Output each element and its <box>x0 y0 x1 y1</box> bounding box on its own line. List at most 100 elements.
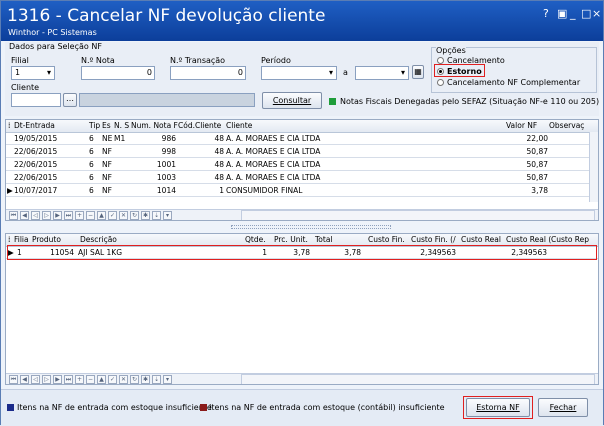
col-header-cod-cliente[interactable]: Cód.Cliente <box>178 121 221 130</box>
filial-label: Filial <box>11 56 29 65</box>
navigator-button[interactable]: − <box>86 211 95 220</box>
options-group: Opções Cancelamento Estorno Cancelamento… <box>431 46 597 93</box>
maximize-icon[interactable]: □ <box>581 7 591 20</box>
splitter[interactable] <box>231 225 391 229</box>
navigator-button[interactable]: ◁ <box>31 375 40 384</box>
nnota-input[interactable]: 0 <box>81 66 155 80</box>
navigator-button[interactable]: − <box>86 375 95 384</box>
cell-cliente: A. A. MORAES E CIA LTDA <box>226 160 321 169</box>
cell-valor-nf: 3,78 <box>531 186 548 195</box>
col-header-es[interactable]: Es <box>102 121 111 130</box>
navigator-button[interactable]: ✓ <box>108 211 117 220</box>
navigator-button[interactable]: ▷ <box>42 211 51 220</box>
col-header-tip[interactable]: Tip <box>89 121 100 130</box>
ntransacao-input[interactable]: 0 <box>170 66 246 80</box>
navigator-button[interactable]: ▶ <box>53 211 62 220</box>
col-header-qtde[interactable]: Qtde. <box>245 235 266 244</box>
cell-num-nota: 986 <box>161 134 176 143</box>
col-header-ns[interactable]: N. S <box>114 121 129 130</box>
navigator-button[interactable]: + <box>75 211 84 220</box>
navigator-button[interactable]: ▾ <box>163 375 172 384</box>
navigator-button[interactable]: ▾ <box>163 211 172 220</box>
cell-ns: M1 <box>114 134 126 143</box>
navigator-button[interactable]: ↻ <box>130 211 139 220</box>
col-header-custo-real[interactable]: Custo Real <box>461 235 501 244</box>
denegadas-label: Notas Fiscais Denegadas pelo SEFAZ (Situ… <box>340 97 600 106</box>
cell-valor-nf: 50,87 <box>526 160 548 169</box>
navigator-button[interactable]: ✱ <box>141 211 150 220</box>
calendar-button[interactable]: ▦ <box>412 65 424 79</box>
periodo-end-input[interactable]: ▾ <box>355 66 409 80</box>
col-header-custo-real-alt[interactable]: Custo Real ( <box>506 235 551 244</box>
fechar-button[interactable]: Fechar <box>538 398 588 417</box>
navigator-button[interactable]: ◀ <box>20 211 29 220</box>
col-header-num-nota[interactable]: Num. Nota F <box>131 121 178 130</box>
navigator-button[interactable]: ✱ <box>141 375 150 384</box>
cell-valor-nf: 22,00 <box>526 134 548 143</box>
navigator-button[interactable]: ✕ <box>119 211 128 220</box>
col-header-cliente[interactable]: Cliente <box>226 121 252 130</box>
cell-cod-cliente: 48 <box>214 147 224 156</box>
col-header-dt-entrada[interactable]: Dt-Entrada <box>14 121 55 130</box>
navigator-button[interactable]: ⇣ <box>152 375 161 384</box>
filial-select[interactable]: 1 ▾ <box>11 66 55 80</box>
navigator-button[interactable]: ↻ <box>130 375 139 384</box>
navigator-button[interactable]: ▲ <box>97 375 106 384</box>
col-header-produto[interactable]: Produto <box>32 235 61 244</box>
navigator-button[interactable]: ⏭ <box>64 375 73 384</box>
col-header-filial[interactable]: Filia <box>14 235 29 244</box>
col-header-valor-nf[interactable]: Valor NF <box>506 121 537 130</box>
app-window: 1316 - Cancelar NF devolução cliente Win… <box>0 0 604 426</box>
col-header-prc-unit[interactable]: Prc. Unit. <box>274 235 308 244</box>
table-row[interactable]: 22/06/2015 6 NF 998 48 A. A. MORAES E CIA LTD… <box>6 146 598 158</box>
navigator-button[interactable]: ⇣ <box>152 211 161 220</box>
navigator-button[interactable]: ▲ <box>97 211 106 220</box>
cancelamento-complementar-radio[interactable] <box>437 79 444 86</box>
items-grid: ⁞ Filia Produto Descrição Qtde. Prc. Uni… <box>5 233 599 385</box>
navigator-button[interactable]: ⏮ <box>9 211 18 220</box>
navigator-button[interactable]: ◀ <box>20 375 29 384</box>
horizontal-scrollbar[interactable] <box>241 210 595 220</box>
navigator-button[interactable]: ▷ <box>42 375 51 384</box>
navigator-button[interactable]: ✓ <box>108 375 117 384</box>
notes-grid-navigator: ⏮ ◀ ◁ ▷ ▶ ⏭ + − ▲ ✓ ✕ ↻ ✱ ⇣ ▾ <box>6 209 598 220</box>
navigator-button[interactable]: ▶ <box>53 375 62 384</box>
options-title: Opções <box>436 46 466 55</box>
calendar-icon: ▦ <box>414 67 422 76</box>
navigator-button[interactable]: ◁ <box>31 211 40 220</box>
col-header-observacao[interactable]: Observaç <box>549 121 584 130</box>
table-row[interactable]: 19/05/2015 6 NE M1 986 48 A. A. MORAES E CIA L… <box>6 133 598 145</box>
navigator-button[interactable]: + <box>75 375 84 384</box>
table-row[interactable]: ▶ 10/07/2017 6 NF 1014 1 CONSUMIDOR FINAL 3,78 <box>6 185 598 197</box>
col-header-custo-rep[interactable]: Custo Rep <box>551 235 589 244</box>
col-header-total[interactable]: Total <box>315 235 333 244</box>
estorna-highlight <box>463 396 533 419</box>
chevron-down-icon: ▾ <box>46 68 51 77</box>
consultar-button[interactable]: Consultar <box>262 92 322 109</box>
col-header-custo-fin-alt[interactable]: Custo Fin. (/ <box>411 235 456 244</box>
notes-grid-vscrollbar[interactable] <box>589 132 598 202</box>
horizontal-scrollbar[interactable] <box>241 374 595 384</box>
cell-tip: 6 <box>89 173 94 182</box>
cell-es: NF <box>102 147 112 156</box>
periodo-start-input[interactable]: ▾ <box>261 66 337 80</box>
cliente-search-button[interactable]: … <box>63 93 77 107</box>
restore-icon[interactable]: ▣ <box>557 7 567 20</box>
cell-es: NF <box>102 173 112 182</box>
minimize-icon[interactable]: _ <box>570 7 576 20</box>
close-icon[interactable]: × <box>592 7 601 20</box>
col-header-custo-fin[interactable]: Custo Fin. <box>368 235 405 244</box>
col-header-descricao[interactable]: Descrição <box>80 235 117 244</box>
navigator-button[interactable]: ⏭ <box>64 211 73 220</box>
table-row[interactable]: 22/06/2015 6 NF 1003 48 A. A. MORAES E CIA LT… <box>6 172 598 184</box>
help-icon[interactable]: ? <box>543 7 549 20</box>
cell-num-nota: 1001 <box>156 160 176 169</box>
window-subtitle: Winthor - PC Sistemas <box>8 28 97 37</box>
table-row[interactable]: 22/06/2015 6 NF 1001 48 A. A. MORAES E CIA LT… <box>6 159 598 171</box>
cancelamento-radio[interactable] <box>437 57 444 64</box>
navigator-button[interactable]: ✕ <box>119 375 128 384</box>
cell-num-nota: 1003 <box>156 173 176 182</box>
cell-es: NF <box>102 160 112 169</box>
navigator-button[interactable]: ⏮ <box>9 375 18 384</box>
cliente-code-input[interactable] <box>11 93 61 107</box>
